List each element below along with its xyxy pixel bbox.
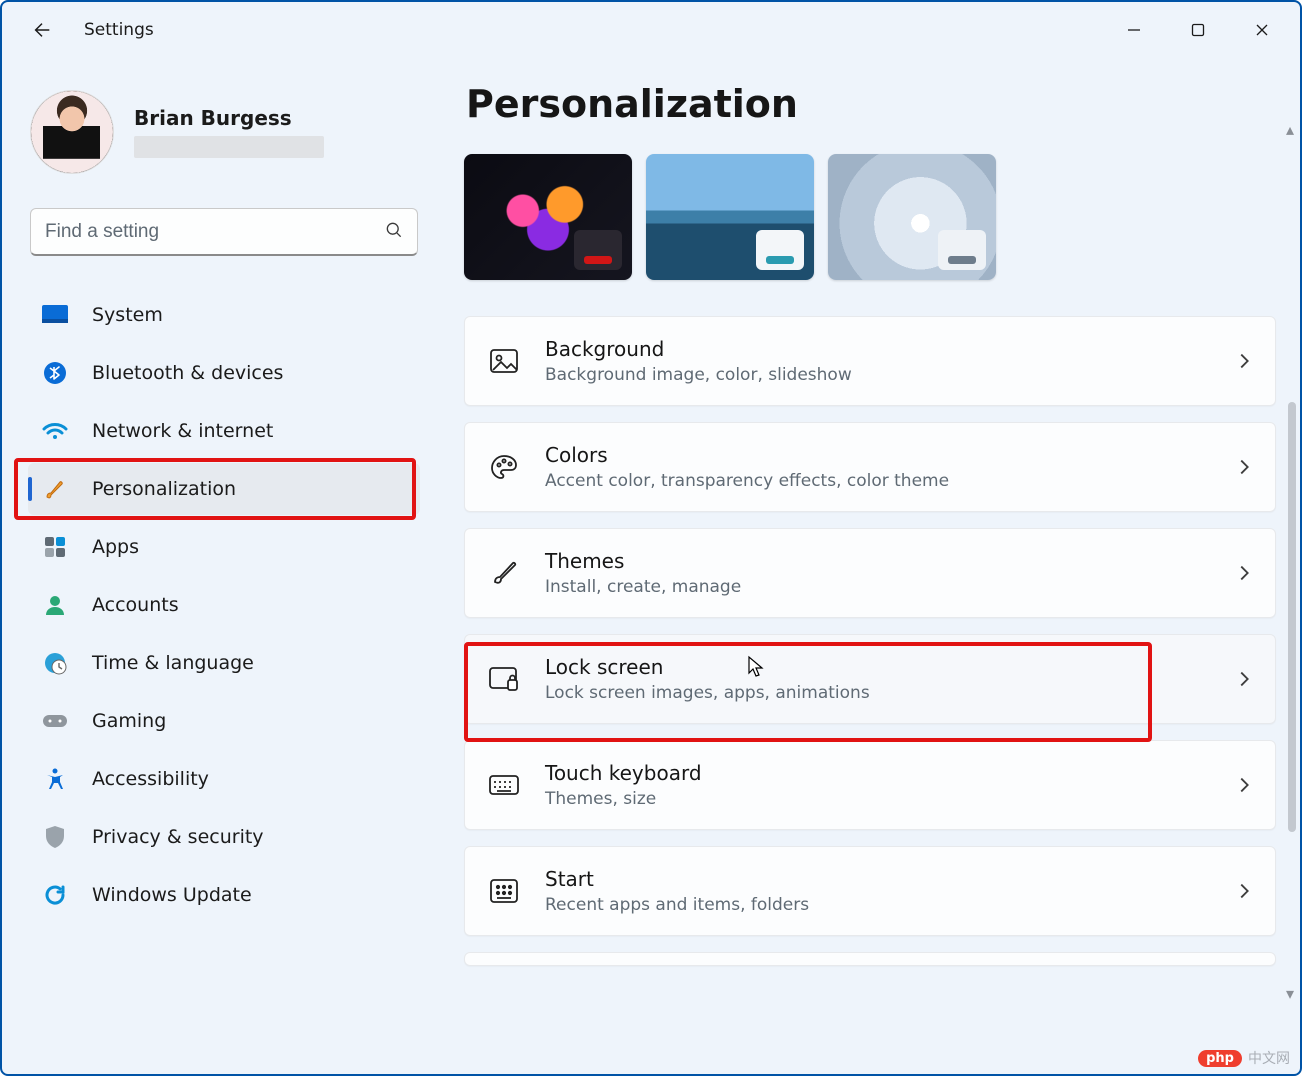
sidebar-item-label: Personalization [92, 478, 236, 500]
card-touch-keyboard[interactable]: Touch keyboard Themes, size [464, 740, 1276, 830]
card-lock-screen[interactable]: Lock screen Lock screen images, apps, an… [464, 634, 1276, 724]
chevron-right-icon [1233, 562, 1255, 584]
card-title: Lock screen [545, 655, 1209, 679]
card-background[interactable]: Background Background image, color, slid… [464, 316, 1276, 406]
search-input[interactable] [30, 208, 418, 256]
chevron-right-icon [1233, 774, 1255, 796]
sidebar-item-time-language[interactable]: Time & language [28, 637, 420, 689]
sidebar-item-windows-update[interactable]: Windows Update [28, 869, 420, 921]
sidebar-item-accounts[interactable]: Accounts [28, 579, 420, 631]
card-title: Touch keyboard [545, 761, 1209, 785]
sidebar-item-gaming[interactable]: Gaming [28, 695, 420, 747]
sidebar-item-label: Time & language [92, 652, 254, 674]
sidebar-item-label: Gaming [92, 710, 166, 732]
theme-previews [464, 154, 1282, 280]
profile-email-redacted [134, 136, 324, 158]
theme-preview-abstract[interactable] [828, 154, 996, 280]
card-title: Themes [545, 549, 1209, 573]
lock-screen-icon [487, 662, 521, 696]
minimize-button[interactable] [1102, 8, 1166, 52]
bluetooth-icon [42, 360, 68, 386]
sidebar-item-label: Network & internet [92, 420, 273, 442]
watermark-badge: php [1198, 1050, 1242, 1067]
avatar [30, 90, 114, 174]
card-subtitle: Lock screen images, apps, animations [545, 683, 1209, 703]
sidebar-item-privacy[interactable]: Privacy & security [28, 811, 420, 863]
card-subtitle: Install, create, manage [545, 577, 1209, 597]
settings-window: Settings Brian Burgess [0, 0, 1302, 1076]
shield-icon [42, 824, 68, 850]
sidebar-item-label: Apps [92, 536, 139, 558]
card-subtitle: Themes, size [545, 789, 1209, 809]
system-icon [42, 302, 68, 328]
theme-preview-dark[interactable] [464, 154, 632, 280]
sidebar-item-system[interactable]: System [28, 289, 420, 341]
accessibility-icon [42, 766, 68, 792]
sidebar-item-label: Accessibility [92, 768, 209, 790]
sidebar-item-label: Windows Update [92, 884, 252, 906]
chevron-right-icon [1233, 668, 1255, 690]
card-subtitle: Background image, color, slideshow [545, 365, 1209, 385]
profile-block[interactable]: Brian Burgess [30, 90, 418, 174]
back-button[interactable] [28, 16, 56, 44]
picture-icon [487, 344, 521, 378]
sidebar-item-accessibility[interactable]: Accessibility [28, 753, 420, 805]
apps-icon [42, 534, 68, 560]
sidebar-item-label: Bluetooth & devices [92, 362, 283, 384]
update-icon [42, 882, 68, 908]
card-subtitle: Accent color, transparency effects, colo… [545, 471, 1209, 491]
main-content: Personalization Background Background im… [442, 58, 1300, 1074]
start-grid-icon [487, 874, 521, 908]
card-overflow[interactable] [464, 952, 1276, 966]
person-icon [42, 592, 68, 618]
theme-preview-landscape[interactable] [646, 154, 814, 280]
scroll-up-icon[interactable]: ▴ [1286, 120, 1298, 132]
scroll-down-icon[interactable]: ▾ [1286, 984, 1298, 996]
paintbrush-icon [42, 476, 68, 502]
scrollbar-vertical[interactable]: ▴ ▾ [1288, 132, 1296, 984]
titlebar: Settings [2, 2, 1300, 58]
card-title: Background [545, 337, 1209, 361]
sidebar-item-label: System [92, 304, 163, 326]
chevron-right-icon [1233, 456, 1255, 478]
card-subtitle: Recent apps and items, folders [545, 895, 1209, 915]
keyboard-icon [487, 768, 521, 802]
scrollbar-thumb[interactable] [1288, 402, 1296, 832]
page-title: Personalization [466, 82, 1282, 126]
card-themes[interactable]: Themes Install, create, manage [464, 528, 1276, 618]
sidebar: Brian Burgess System Bluetooth & devices [2, 58, 442, 1074]
card-title: Start [545, 867, 1209, 891]
profile-name: Brian Burgess [134, 106, 324, 130]
sidebar-item-apps[interactable]: Apps [28, 521, 420, 573]
card-start[interactable]: Start Recent apps and items, folders [464, 846, 1276, 936]
clock-globe-icon [42, 650, 68, 676]
window-controls [1102, 8, 1294, 52]
sidebar-item-label: Accounts [92, 594, 179, 616]
nav: System Bluetooth & devices Network & int… [26, 286, 422, 924]
gamepad-icon [42, 708, 68, 734]
chevron-right-icon [1233, 880, 1255, 902]
brush-icon [487, 556, 521, 590]
card-colors[interactable]: Colors Accent color, transparency effect… [464, 422, 1276, 512]
sidebar-item-bluetooth[interactable]: Bluetooth & devices [28, 347, 420, 399]
sidebar-item-personalization[interactable]: Personalization [28, 463, 420, 515]
watermark-text: 中文网 [1248, 1048, 1290, 1068]
search-wrap [30, 208, 418, 256]
app-title: Settings [84, 20, 154, 40]
sidebar-item-label: Privacy & security [92, 826, 264, 848]
sidebar-item-network[interactable]: Network & internet [28, 405, 420, 457]
close-button[interactable] [1230, 8, 1294, 52]
watermark: php 中文网 [1198, 1048, 1290, 1068]
maximize-button[interactable] [1166, 8, 1230, 52]
search-icon [384, 220, 404, 244]
wifi-icon [42, 418, 68, 444]
card-title: Colors [545, 443, 1209, 467]
settings-cards: Background Background image, color, slid… [464, 316, 1282, 966]
palette-icon [487, 450, 521, 484]
chevron-right-icon [1233, 350, 1255, 372]
